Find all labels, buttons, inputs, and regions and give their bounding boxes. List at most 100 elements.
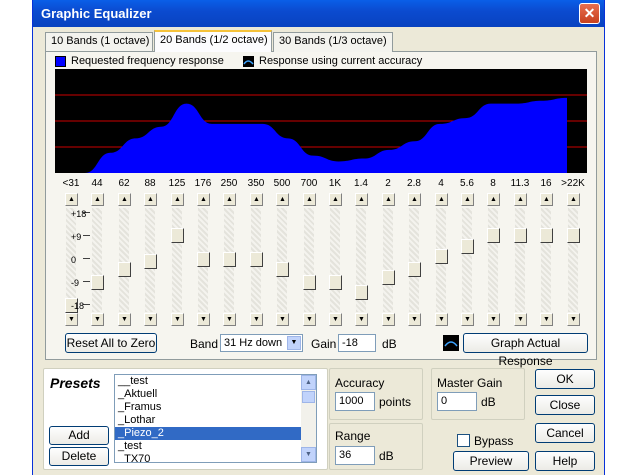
band-slider-thumb[interactable] <box>514 228 527 243</box>
band-up-icon[interactable]: ▲ <box>91 193 104 206</box>
band-slider-track[interactable] <box>277 208 287 312</box>
tab-10-bands[interactable]: 10 Bands (1 octave) <box>45 32 153 52</box>
preset-item[interactable]: _Framus <box>115 401 316 414</box>
band-up-icon[interactable]: ▲ <box>435 193 448 206</box>
band-slider-track[interactable] <box>92 208 102 312</box>
band-slider-track[interactable] <box>304 208 314 312</box>
preset-item[interactable]: _Lothar <box>115 414 316 427</box>
cancel-button[interactable]: Cancel <box>535 423 595 443</box>
band-down-icon[interactable]: ▼ <box>355 313 368 326</box>
band-slider-track[interactable] <box>488 208 498 312</box>
band-down-icon[interactable]: ▼ <box>197 313 210 326</box>
band-slider-thumb[interactable] <box>487 228 500 243</box>
band-slider-thumb[interactable] <box>435 249 448 264</box>
band-up-icon[interactable]: ▲ <box>118 193 131 206</box>
scroll-thumb[interactable] <box>302 391 315 403</box>
band-slider-thumb[interactable] <box>567 228 580 243</box>
band-slider-track[interactable] <box>383 208 393 312</box>
band-down-icon[interactable]: ▼ <box>514 313 527 326</box>
band-slider-thumb[interactable] <box>276 262 289 277</box>
band-slider-track[interactable] <box>515 208 525 312</box>
band-up-icon[interactable]: ▲ <box>408 193 421 206</box>
band-down-icon[interactable]: ▼ <box>144 313 157 326</box>
band-down-icon[interactable]: ▼ <box>223 313 236 326</box>
band-up-icon[interactable]: ▲ <box>461 193 474 206</box>
band-down-icon[interactable]: ▼ <box>276 313 289 326</box>
band-slider-thumb[interactable] <box>461 239 474 254</box>
band-slider-track[interactable] <box>568 208 578 312</box>
preset-item[interactable]: __test <box>115 375 316 388</box>
band-down-icon[interactable]: ▼ <box>408 313 421 326</box>
chevron-down-icon[interactable]: ▼ <box>287 336 301 350</box>
band-slider-thumb[interactable] <box>382 270 395 285</box>
band-slider-thumb[interactable] <box>118 262 131 277</box>
band-up-icon[interactable]: ▲ <box>303 193 316 206</box>
band-slider-thumb[interactable] <box>303 275 316 290</box>
band-slider-thumb[interactable] <box>408 262 421 277</box>
reset-all-button[interactable]: Reset All to Zero <box>65 333 157 353</box>
band-down-icon[interactable]: ▼ <box>382 313 395 326</box>
band-down-icon[interactable]: ▼ <box>171 313 184 326</box>
band-down-icon[interactable]: ▼ <box>65 313 78 326</box>
tab-30-bands[interactable]: 30 Bands (1/3 octave) <box>273 32 393 52</box>
preset-item[interactable]: _test <box>115 440 316 453</box>
ok-button[interactable]: OK <box>535 369 595 389</box>
band-down-icon[interactable]: ▼ <box>567 313 580 326</box>
band-up-icon[interactable]: ▲ <box>144 193 157 206</box>
band-down-icon[interactable]: ▼ <box>118 313 131 326</box>
band-slider-thumb[interactable] <box>197 252 210 267</box>
scroll-down-icon[interactable]: ▼ <box>301 447 316 462</box>
band-slider-thumb[interactable] <box>171 228 184 243</box>
band-select[interactable]: 31 Hz down ▼ <box>220 334 303 352</box>
close-window-button[interactable]: ✕ <box>579 3 600 24</box>
band-up-icon[interactable]: ▲ <box>487 193 500 206</box>
band-slider-thumb[interactable] <box>329 275 342 290</box>
band-slider-thumb[interactable] <box>250 252 263 267</box>
band-up-icon[interactable]: ▲ <box>276 193 289 206</box>
gain-input[interactable]: -18 <box>338 334 376 352</box>
range-input[interactable]: 36 <box>335 446 375 465</box>
preset-item[interactable]: _Piezo_2 <box>115 427 316 440</box>
close-button[interactable]: Close <box>535 395 595 415</box>
band-down-icon[interactable]: ▼ <box>461 313 474 326</box>
band-slider-thumb[interactable] <box>540 228 553 243</box>
band-up-icon[interactable]: ▲ <box>567 193 580 206</box>
band-down-icon[interactable]: ▼ <box>487 313 500 326</box>
help-button[interactable]: Help <box>535 451 595 471</box>
band-up-icon[interactable]: ▲ <box>514 193 527 206</box>
band-up-icon[interactable]: ▲ <box>355 193 368 206</box>
band-slider-track[interactable] <box>172 208 182 312</box>
band-slider-thumb[interactable] <box>144 254 157 269</box>
band-up-icon[interactable]: ▲ <box>197 193 210 206</box>
graph-actual-button[interactable]: Graph Actual Response <box>463 333 588 368</box>
band-slider-track[interactable] <box>409 208 419 312</box>
preset-item[interactable]: _TX70 <box>115 453 316 462</box>
band-slider-thumb[interactable] <box>91 275 104 290</box>
band-slider-thumb[interactable] <box>355 285 368 300</box>
band-down-icon[interactable]: ▼ <box>329 313 342 326</box>
presets-scrollbar[interactable]: ▲ ▼ <box>301 375 316 462</box>
band-slider-track[interactable] <box>462 208 472 312</box>
band-down-icon[interactable]: ▼ <box>250 313 263 326</box>
presets-list[interactable]: __test _Aktuell _Framus _Lothar _Piezo_2 _tes… <box>114 374 317 463</box>
band-slider-track[interactable] <box>541 208 551 312</box>
band-up-icon[interactable]: ▲ <box>382 193 395 206</box>
add-preset-button[interactable]: Add <box>49 426 109 445</box>
bypass-checkbox[interactable] <box>457 434 470 447</box>
band-up-icon[interactable]: ▲ <box>65 193 78 206</box>
accuracy-input[interactable]: 1000 <box>335 392 375 411</box>
band-slider-track[interactable] <box>330 208 340 312</box>
band-down-icon[interactable]: ▼ <box>303 313 316 326</box>
band-slider-thumb[interactable] <box>223 252 236 267</box>
band-up-icon[interactable]: ▲ <box>171 193 184 206</box>
preset-item[interactable]: _Aktuell <box>115 388 316 401</box>
band-up-icon[interactable]: ▲ <box>223 193 236 206</box>
band-up-icon[interactable]: ▲ <box>329 193 342 206</box>
delete-preset-button[interactable]: Delete <box>49 447 109 466</box>
band-down-icon[interactable]: ▼ <box>435 313 448 326</box>
preview-button[interactable]: Preview <box>453 451 529 471</box>
band-up-icon[interactable]: ▲ <box>250 193 263 206</box>
band-down-icon[interactable]: ▼ <box>91 313 104 326</box>
band-slider-track[interactable] <box>119 208 129 312</box>
master-gain-input[interactable]: 0 <box>437 392 477 411</box>
